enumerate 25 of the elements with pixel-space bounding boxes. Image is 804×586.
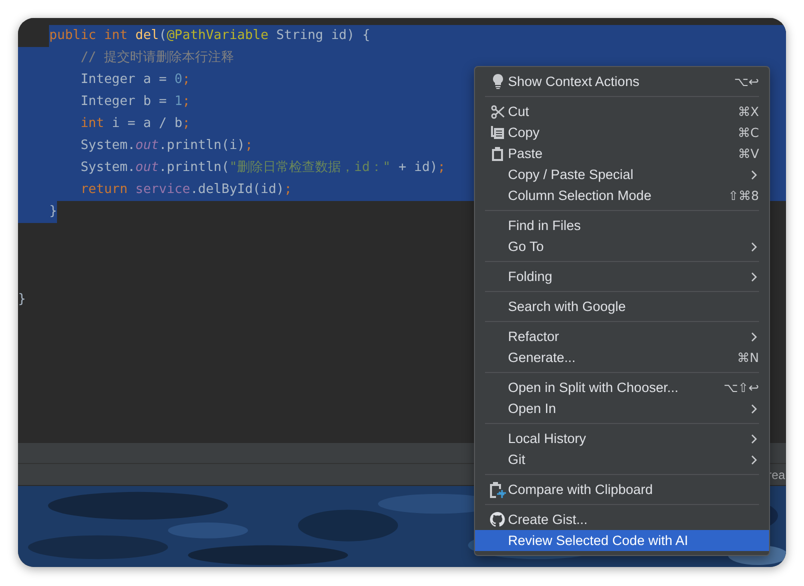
scissors-icon — [490, 104, 504, 118]
menu-item[interactable]: Create Gist... — [475, 509, 769, 530]
menu-item[interactable]: Git — [475, 449, 769, 470]
menu-item[interactable]: Compare with Clipboard — [475, 479, 769, 500]
menu-item[interactable]: Folding — [475, 266, 769, 287]
menu-item[interactable]: Refactor — [475, 326, 769, 347]
compare-clipboard-icon — [490, 482, 506, 498]
menu-item[interactable]: Review Selected Code with AI — [475, 530, 769, 551]
clipboard-icon — [492, 146, 503, 160]
shortcut-label: ⌥↩ — [734, 74, 759, 89]
menu-item[interactable]: Open In — [475, 398, 769, 419]
menu-item[interactable]: Generate... ⌘N — [475, 347, 769, 368]
menu-item[interactable]: Find in Files — [475, 215, 769, 236]
menu-item[interactable]: Go To — [475, 236, 769, 257]
lightbulb-icon — [492, 74, 502, 89]
shortcut-label: ⇧⌘8 — [728, 188, 759, 203]
octocat-icon — [490, 512, 505, 527]
menu-item[interactable]: Search with Google — [475, 296, 769, 317]
shortcut-label: ⌥⇧↩ — [724, 380, 759, 395]
shortcut-label: ⌘N — [737, 350, 759, 365]
copy-icon — [491, 126, 504, 139]
menu-item[interactable]: Show Context Actions ⌥↩ — [475, 71, 769, 92]
menu-item[interactable]: Open in Split with Chooser... ⌥⇧↩ — [475, 377, 769, 398]
code-line: } — [18, 291, 26, 309]
menu-item[interactable]: Local History — [475, 428, 769, 449]
